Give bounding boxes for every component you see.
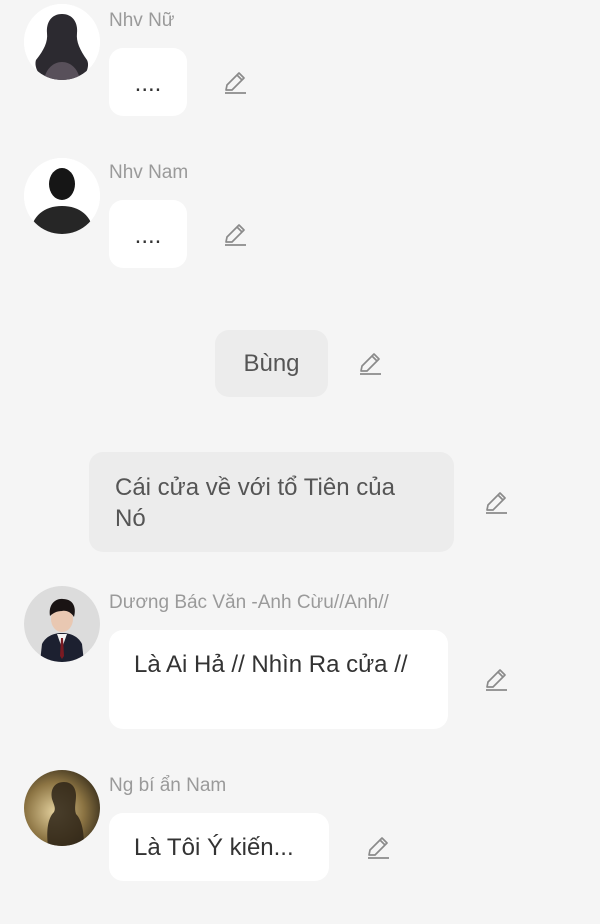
edit-pencil-icon[interactable] bbox=[483, 490, 509, 516]
sender-name: Dương Bác Văn -Anh Cừu//Anh// bbox=[109, 592, 389, 613]
narration-bubble[interactable]: Cái cửa về với tổ Tiên của Nó bbox=[89, 452, 454, 552]
edit-pencil-icon[interactable] bbox=[357, 351, 383, 377]
chat-story-view: Nhv Nữ .... Nhv Nam .... Bùng Cái cửa về… bbox=[0, 0, 600, 924]
edit-pencil-icon[interactable] bbox=[222, 222, 248, 248]
edit-pencil-icon[interactable] bbox=[365, 835, 391, 861]
message-text: Là Tôi Ý kiến... bbox=[134, 834, 294, 861]
sender-name: Nhv Nam bbox=[109, 162, 189, 183]
message-text: .... bbox=[134, 222, 162, 249]
sender-name: Nhv Nữ bbox=[109, 10, 175, 31]
edit-pencil-icon[interactable] bbox=[483, 667, 509, 693]
avatar-ng-bi-an-nam[interactable] bbox=[24, 770, 100, 846]
avatar-duong-bac-van[interactable] bbox=[24, 586, 100, 662]
message-bubble[interactable]: Là Tôi Ý kiến... bbox=[109, 813, 329, 881]
message-bubble[interactable]: .... bbox=[109, 200, 187, 268]
message-text: Cái cửa về với tổ Tiên của Nó bbox=[115, 474, 395, 532]
message-text: Bùng bbox=[243, 350, 300, 377]
message-text: .... bbox=[134, 70, 162, 97]
avatar-nhv-nam[interactable] bbox=[24, 158, 100, 234]
sound-effect-bubble[interactable]: Bùng bbox=[215, 330, 328, 397]
avatar-nhv-nu[interactable] bbox=[24, 4, 100, 80]
message-text: Là Ai Hả // Nhìn Ra cửa // bbox=[134, 651, 408, 678]
message-bubble[interactable]: .... bbox=[109, 48, 187, 116]
edit-pencil-icon[interactable] bbox=[222, 70, 248, 96]
sender-name: Ng bí ẩn Nam bbox=[109, 775, 227, 796]
message-bubble[interactable]: Là Ai Hả // Nhìn Ra cửa // bbox=[109, 630, 448, 729]
